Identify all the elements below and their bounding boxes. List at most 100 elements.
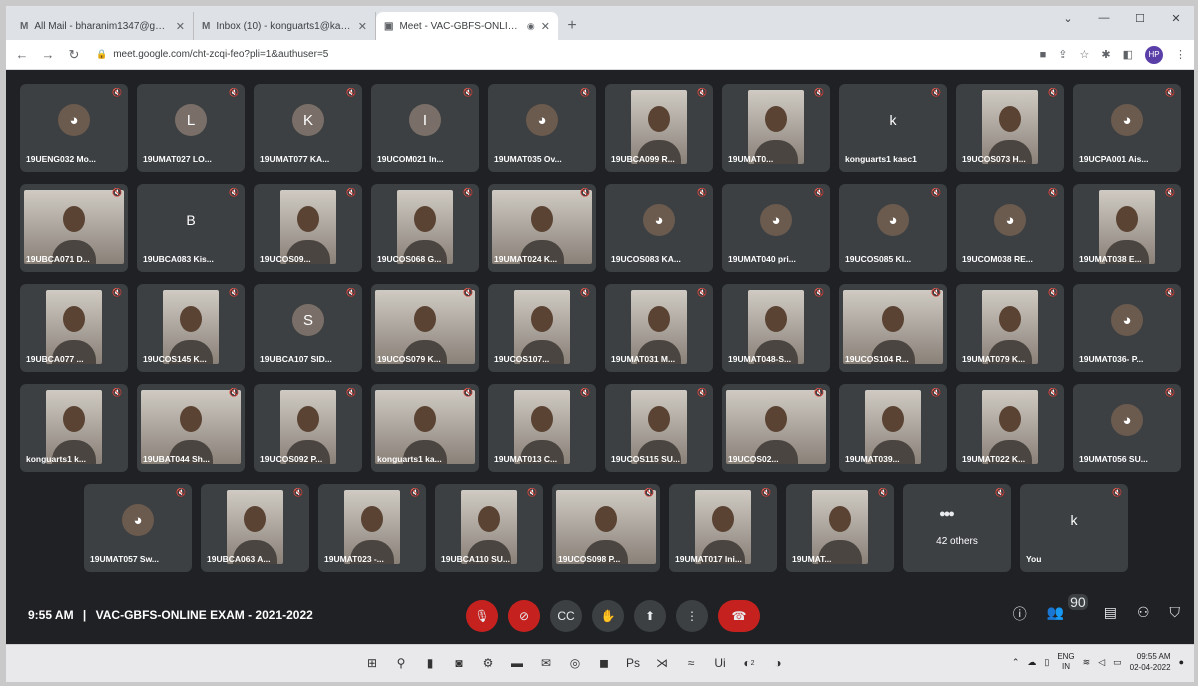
participant-tile[interactable]: ◕ 🔇 19UCOS083 KA... [605,184,713,272]
participant-tile[interactable]: 🔇 19UCOS079 K... [371,284,479,372]
close-icon[interactable]: ✕ [358,20,367,33]
participant-tile[interactable]: 🔇 19UBCA110 SU... [435,484,543,572]
tab-search-icon[interactable]: ⌄ [1050,6,1086,30]
participant-tile[interactable]: 🔇 19UCOS107... [488,284,596,372]
wifi-icon[interactable]: ≋ [1083,657,1091,668]
participant-tile[interactable]: I 🔇 19UCOM021 In... [371,84,479,172]
battery-icon[interactable]: ▯ [1044,657,1049,668]
participant-tile[interactable]: 🔇 19UBCA063 A... [201,484,309,572]
mic-off-button[interactable]: 🎙 [466,600,498,632]
participant-tile[interactable]: 🔇 19UMAT0... [722,84,830,172]
participant-tile[interactable]: B 🔇 19UBCA083 Kis... [137,184,245,272]
participant-tile[interactable]: 🔇 konguarts1 k... [20,384,128,472]
participant-tile[interactable]: 🔇 19UBAT044 Sh... [137,384,245,472]
share-icon[interactable]: ⇪ [1058,48,1067,61]
reload-button[interactable]: ↻ [66,47,82,63]
participant-tile[interactable]: ●●● 🔇 42 others [903,484,1011,572]
extensions-icon[interactable]: ✱ [1101,48,1110,61]
participant-tile[interactable]: 🔇 19UMAT031 M... [605,284,713,372]
start-icon[interactable]: ⊞ [362,653,382,673]
participant-tile[interactable]: ◕ 🔇 19UMAT035 Ov... [488,84,596,172]
mail-icon[interactable]: ✉ [536,653,556,673]
visual-studio-icon[interactable]: ⋊ [652,653,672,673]
profile-avatar[interactable]: HP [1145,45,1163,64]
participant-tile[interactable]: L 🔇 19UMAT027 LO... [137,84,245,172]
volume-icon[interactable]: ◁ [1098,657,1105,668]
participant-tile[interactable]: 🔇 19UCOS098 P... [552,484,660,572]
participant-tile[interactable]: S 🔇 19UBCA107 SID... [254,284,362,372]
participant-tile[interactable]: 🔇 19UMAT022 K... [956,384,1064,472]
people-icon[interactable]: 👥90 [1047,594,1088,624]
close-icon[interactable]: ✕ [176,20,185,33]
participant-tile[interactable]: 🔇 19UMAT024 K... [488,184,596,272]
battery-status-icon[interactable]: ▭ [1113,657,1122,668]
chrome-icon[interactable]: ◎ [565,653,585,673]
participant-tile[interactable]: 🔇 19UCOS068 G... [371,184,479,272]
participant-tile[interactable]: 🔇 19UBCA071 D... [20,184,128,272]
tab-meet[interactable]: ▣ Meet - VAC-GBFS-ONLINE E ◉ ✕ [376,12,558,40]
participant-tile[interactable]: k 🔇 konguarts1 kasc1 [839,84,947,172]
close-window-button[interactable]: ✕ [1158,6,1194,30]
maximize-button[interactable]: ☐ [1122,6,1158,30]
tab-inbox[interactable]: M Inbox (10) - konguarts1@kasc.ac ✕ [194,12,376,40]
forward-button[interactable]: → [40,47,56,62]
participant-tile[interactable]: 🔇 19UMAT017 Ini... [669,484,777,572]
participant-tile[interactable]: 🔇 19UCOS145 K... [137,284,245,372]
participant-tile[interactable]: ◕ 🔇 19UENG032 Mo... [20,84,128,172]
photoshop-icon[interactable]: Ps [623,653,643,673]
participant-tile[interactable]: 🔇 19UMAT013 C... [488,384,596,472]
settings-icon[interactable]: ⚙ [478,653,498,673]
participant-tile[interactable]: 🔇 19UCOS073 H... [956,84,1064,172]
camera-app-icon[interactable]: ◼ [594,653,614,673]
address-bar[interactable]: 🔒 meet.google.com/cht-zcqi-feo?pli=1&aut… [92,44,1030,66]
new-tab-button[interactable]: + [558,12,586,40]
language-indicator[interactable]: ENG IN [1057,652,1074,672]
participant-tile[interactable]: 🔇 19UMAT039... [839,384,947,472]
tab-all-mail[interactable]: M All Mail - bharanim1347@gmail. ✕ [12,12,194,40]
bookmark-star-icon[interactable]: ☆ [1080,48,1090,61]
participant-tile[interactable]: ◕ 🔇 19UCOS085 KI... [839,184,947,272]
participant-tile[interactable]: k 🔇 You [1020,484,1128,572]
chat-app-icon[interactable]: ◐ 2 [739,653,759,673]
camera-indicator-icon[interactable]: ■ [1040,49,1047,61]
participant-tile[interactable]: 🔇 19UMAT038 E... [1073,184,1181,272]
participant-tile[interactable]: ◕ 🔇 19UCOM038 RE... [956,184,1064,272]
leave-call-button[interactable]: ☎ [718,600,760,632]
participant-tile[interactable]: 🔇 19UCOS02... [722,384,830,472]
chat-icon[interactable]: ▤ [1104,604,1117,624]
edge-icon[interactable]: ◑ [768,653,788,673]
tray-chevron-icon[interactable]: ⌃ [1012,657,1020,668]
host-controls-icon[interactable]: ⛉ [1170,604,1181,624]
menu-icon[interactable]: ⋮ [1175,48,1186,61]
participant-tile[interactable]: 🔇 konguarts1 ka... [371,384,479,472]
close-icon[interactable]: ✕ [541,20,550,33]
participant-tile[interactable]: 🔇 19UCOS104 R... [839,284,947,372]
teams-chat-icon[interactable]: ◙ [449,653,469,673]
camera-off-button[interactable]: ⊘ [508,600,540,632]
cloud-icon[interactable]: ☁ [1027,657,1036,668]
minimize-button[interactable]: — [1086,6,1122,30]
app-icon[interactable]: ≈ [681,653,701,673]
file-explorer-icon[interactable]: ▬ [507,653,527,673]
search-icon[interactable]: ⚲ [391,653,411,673]
captions-button[interactable]: CC [550,600,582,632]
participant-tile[interactable]: 🔇 19UCOS09... [254,184,362,272]
participant-tile[interactable]: 🔇 19UBCA077 ... [20,284,128,372]
participant-tile[interactable]: 🔇 19UCOS115 SU... [605,384,713,472]
participant-tile[interactable]: ◕ 🔇 19UMAT057 Sw... [84,484,192,572]
uipath-icon[interactable]: Ui [710,653,730,673]
info-icon[interactable]: ⓘ [1013,604,1027,624]
participant-tile[interactable]: 🔇 19UMAT... [786,484,894,572]
participant-tile[interactable]: ◕ 🔇 19UMAT040 pri... [722,184,830,272]
present-button[interactable]: ⬆ [634,600,666,632]
system-clock[interactable]: 09:55 AM 02-04-2022 [1130,651,1171,673]
notification-icon[interactable]: ● [1179,657,1184,667]
participant-tile[interactable]: 🔇 19UMAT048-S... [722,284,830,372]
participant-tile[interactable]: 🔇 19UMAT079 K... [956,284,1064,372]
more-options-button[interactable]: ⋮ [676,600,708,632]
activities-icon[interactable]: ⚇ [1137,604,1150,624]
participant-tile[interactable]: 🔇 19UBCA099 R... [605,84,713,172]
sidepanel-icon[interactable]: ◧ [1123,48,1133,61]
back-button[interactable]: ← [14,47,30,62]
participant-tile[interactable]: ◕ 🔇 19UCPA001 Ais... [1073,84,1181,172]
